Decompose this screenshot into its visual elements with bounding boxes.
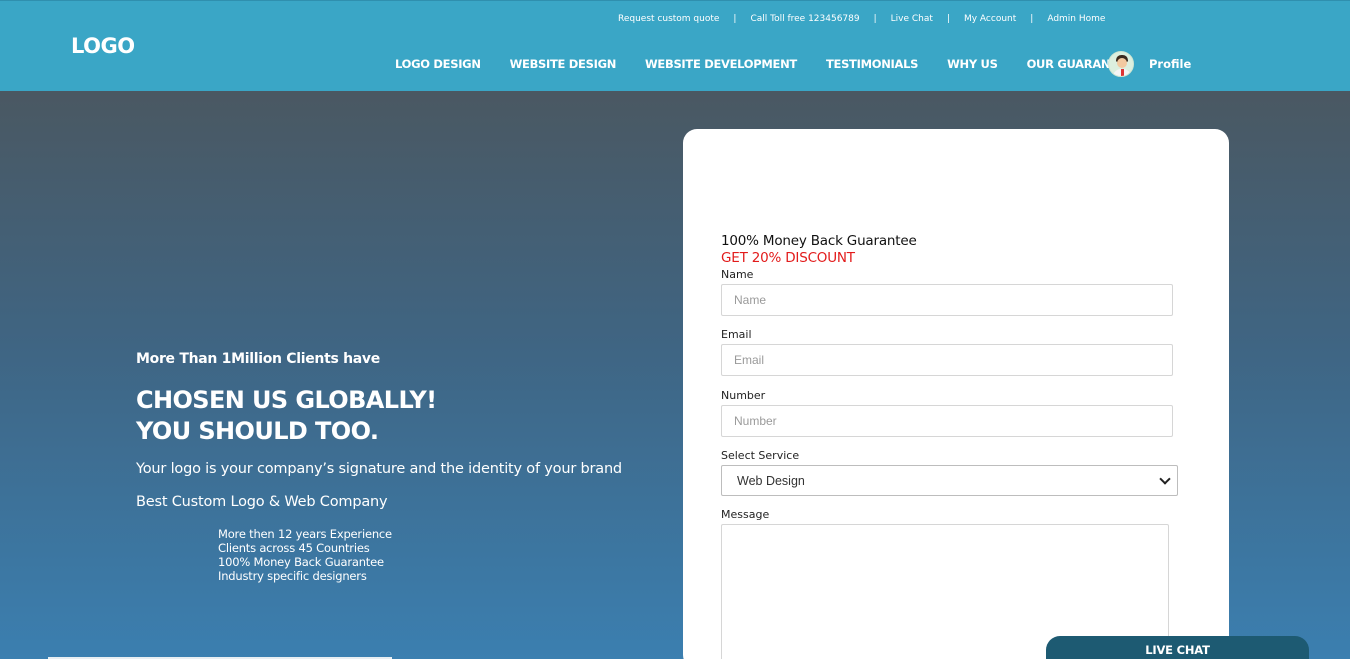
admin-home-link[interactable]: Admin Home <box>1033 14 1119 24</box>
profile-label: Profile <box>1149 57 1192 71</box>
name-label: Name <box>721 268 754 281</box>
my-account-link[interactable]: My Account <box>950 14 1030 24</box>
number-label: Number <box>721 389 766 402</box>
service-selected-value: Web Design <box>737 473 805 488</box>
hero-title-line-2: YOU SHOULD TOO. <box>136 417 379 445</box>
hero-company-line: Best Custom Logo & Web Company <box>136 494 388 510</box>
feature-item: Clients across 45 Countries <box>218 541 370 555</box>
feature-item: 100% Money Back Guarantee <box>218 555 384 569</box>
nav-testimonials[interactable]: TESTIMONIALS <box>826 57 918 71</box>
avatar <box>1108 51 1134 77</box>
name-input[interactable] <box>721 284 1173 316</box>
number-input[interactable] <box>721 405 1173 437</box>
nav-logo-design[interactable]: LOGO DESIGN <box>395 57 481 71</box>
nav-website-development[interactable]: WEBSITE DEVELOPMENT <box>645 57 797 71</box>
hero-title: CHOSEN US GLOBALLY! YOU SHOULD TOO. <box>136 385 437 447</box>
site-header: LOGO Request custom quote | Call Toll fr… <box>0 0 1350 91</box>
hero-subtitle: More Than 1Million Clients have <box>136 351 380 367</box>
chevron-down-icon <box>1159 472 1171 485</box>
hero-description: Your logo is your company’s signature an… <box>136 461 622 477</box>
discount-text: GET 20% DISCOUNT <box>721 250 855 266</box>
request-quote-link[interactable]: Request custom quote <box>604 14 733 24</box>
hero-title-line-1: CHOSEN US GLOBALLY! <box>136 386 437 414</box>
nav-why-us[interactable]: WHY US <box>947 57 998 71</box>
message-label: Message <box>721 508 770 521</box>
feature-list: More then 12 years Experience Clients ac… <box>218 527 392 583</box>
email-input[interactable] <box>721 344 1173 376</box>
feature-item: More then 12 years Experience <box>218 527 392 541</box>
service-select[interactable]: Web Design <box>721 465 1178 496</box>
call-toll-free-link[interactable]: Call Toll free 123456789 <box>736 14 873 24</box>
nav-website-design[interactable]: WEBSITE DESIGN <box>510 57 617 71</box>
email-label: Email <box>721 328 752 341</box>
top-links-bar: Request custom quote | Call Toll free 12… <box>604 14 1119 24</box>
main-nav: LOGO DESIGN WEBSITE DESIGN WEBSITE DEVEL… <box>395 57 1162 71</box>
feature-item: Industry specific designers <box>218 569 367 583</box>
service-label: Select Service <box>721 449 800 462</box>
site-logo[interactable]: LOGO <box>71 34 135 58</box>
quote-form-card: 100% Money Back Guarantee GET 20% DISCOU… <box>683 129 1229 659</box>
live-chat-link[interactable]: Live Chat <box>877 14 947 24</box>
profile-menu[interactable]: Profile <box>1108 51 1191 77</box>
live-chat-button[interactable]: LIVE CHAT <box>1046 636 1309 659</box>
form-heading: 100% Money Back Guarantee <box>721 233 917 249</box>
